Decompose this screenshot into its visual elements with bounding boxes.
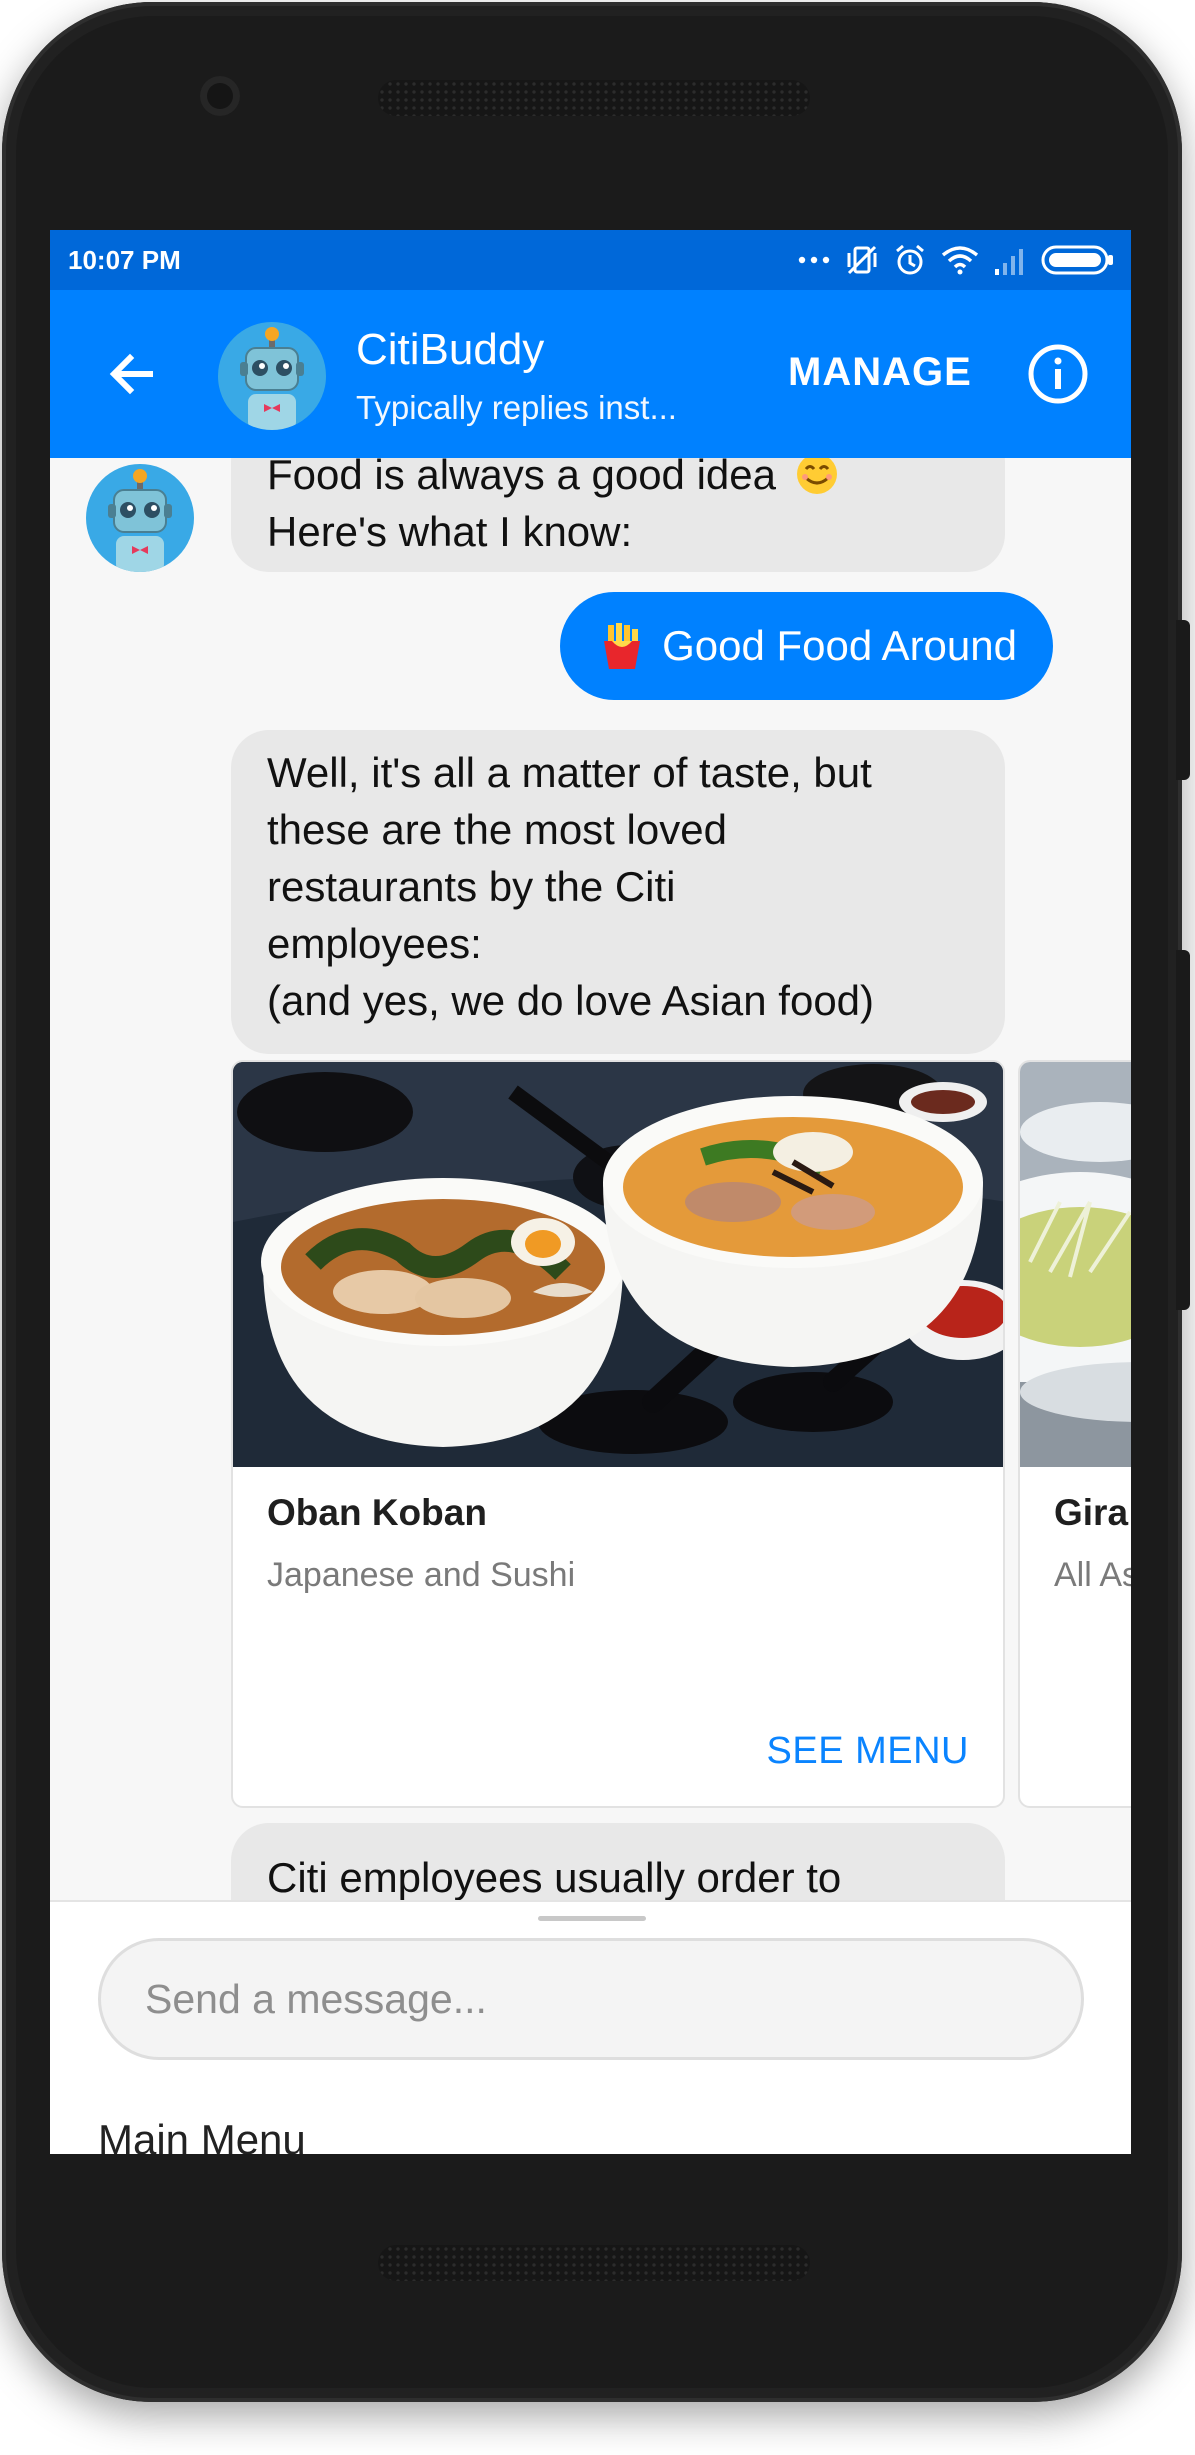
alarm-icon: [896, 244, 924, 275]
message-line: these are the most loved: [267, 806, 727, 853]
restaurant-cuisine: Japanese and Sushi: [267, 1556, 576, 1594]
message-line: Citi employees usually order to: [267, 1854, 842, 1900]
message-line: Well, it's all a matter of taste, but: [267, 749, 872, 796]
restaurant-photo: [233, 1062, 1003, 1467]
restaurant-name: Oban Koban: [267, 1492, 487, 1533]
bot-avatar[interactable]: [218, 322, 326, 430]
messenger-screen: 10:07 PM CitiBuddy Typically replies ins…: [50, 230, 1131, 2154]
title-block: CitiBuddy Typically replies inst...: [356, 324, 677, 428]
power-button: [1176, 950, 1190, 1310]
user-message-good-food: Good Food Around: [560, 592, 1053, 700]
message-line: Food is always a good idea: [267, 458, 969, 503]
restaurant-cuisine: All As: [1054, 1556, 1131, 1594]
battery-icon: [1041, 245, 1113, 275]
conversation-header: CitiBuddy Typically replies inst... MANA…: [50, 290, 1131, 458]
restaurant-photo: [1020, 1062, 1131, 1467]
smiling-face-icon: [796, 458, 837, 494]
bot-message-restaurants: Well, it's all a matter of taste, but th…: [231, 730, 1005, 1054]
see-menu-button[interactable]: SEE MENU: [767, 1730, 969, 1773]
front-camera: [200, 76, 240, 116]
main-menu-label[interactable]: Main Menu: [98, 2116, 306, 2154]
message-line: restaurants by the Citi: [267, 863, 676, 910]
message-input[interactable]: [98, 1938, 1084, 2060]
more-dots-icon: [798, 256, 830, 264]
bot-message-intro: Food is always a good idea Here's what I…: [231, 458, 1005, 572]
restaurant-card[interactable]: Gira All As: [1018, 1060, 1131, 1808]
restaurant-card[interactable]: Oban Koban Japanese and Sushi SEE MENU: [231, 1060, 1005, 1808]
arrow-left-icon[interactable]: [100, 342, 164, 406]
wifi-icon: [941, 246, 979, 275]
robot-icon: [240, 327, 304, 430]
robot-icon: [108, 469, 172, 572]
bot-message-orders: Citi employees usually order to: [231, 1823, 1005, 1900]
ramen-bowls-image: [233, 1062, 1003, 1467]
manage-button[interactable]: MANAGE: [788, 350, 972, 395]
bottom-speaker: [378, 2245, 810, 2281]
user-message-text: Good Food Around: [662, 622, 1017, 669]
fries-icon: [604, 623, 641, 669]
drawer-handle[interactable]: [538, 1916, 646, 1921]
top-speaker: [378, 80, 810, 116]
message-line: employees:: [267, 920, 482, 967]
volume-button: [1176, 620, 1190, 780]
restaurant-name: Gira: [1054, 1492, 1129, 1533]
bot-message-avatar: [86, 464, 194, 572]
message-list[interactable]: Food is always a good idea Here's what I…: [50, 458, 1131, 1900]
signal-icon: [995, 249, 1023, 275]
bot-status: Typically replies inst...: [356, 389, 677, 426]
vibrate-off-icon: [847, 245, 877, 275]
info-icon[interactable]: [1026, 342, 1090, 406]
status-time: 10:07 PM: [68, 244, 181, 275]
composer: Main Menu: [50, 1900, 1131, 2154]
message-line: Here's what I know:: [267, 508, 633, 555]
bot-name: CitiBuddy: [356, 325, 545, 374]
message-line: (and yes, we do love Asian food): [267, 977, 875, 1024]
status-icons: [797, 243, 1115, 277]
salad-plates-image: [1020, 1062, 1131, 1467]
status-bar: 10:07 PM: [50, 230, 1131, 290]
